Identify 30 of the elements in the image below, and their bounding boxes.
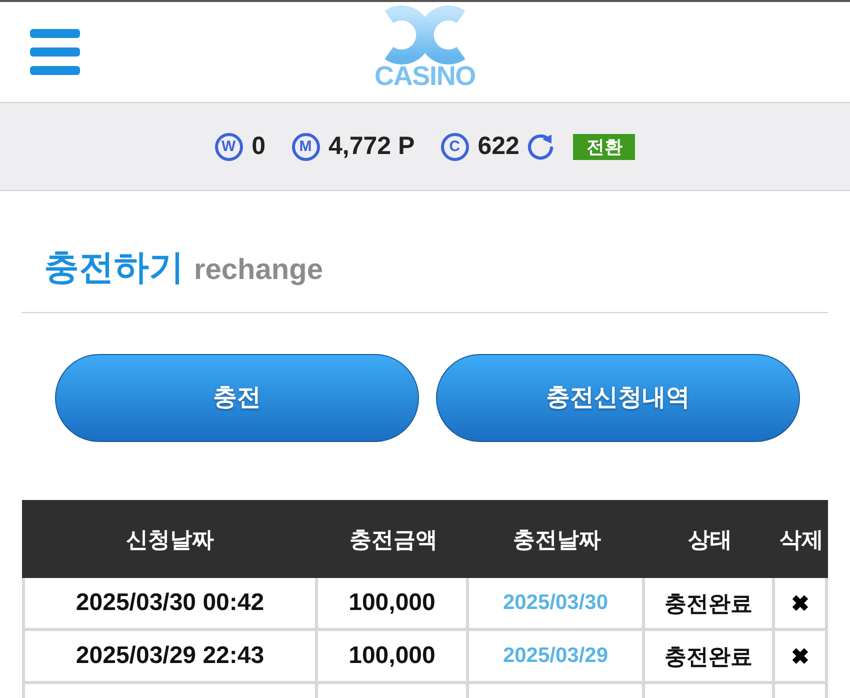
column-header: 신청날짜 (22, 500, 318, 578)
section-title: 충전하기 (44, 248, 184, 288)
menu-button[interactable] (30, 29, 80, 75)
table-cell-text: 충전완료 (664, 642, 752, 670)
section-subtitle: rechange (194, 253, 323, 288)
logo-text: CASINO (374, 63, 476, 90)
circled-letter-icon: W (214, 132, 243, 160)
table-cell-text: 2025/03/30 00:42 (76, 588, 264, 618)
balance-value: 622 (478, 130, 520, 162)
table-cell-text: 100,000 (348, 588, 436, 618)
circled-letter-icon: C (440, 132, 469, 160)
date-link[interactable]: 2025/03/29 (502, 640, 608, 672)
date-link[interactable]: 2025/03/30 (502, 587, 608, 619)
menu-icon (30, 29, 80, 75)
column-header: 삭제 (775, 500, 828, 578)
column-header: 충전금액 (318, 500, 469, 578)
balance-value: 4,772 P (328, 130, 415, 162)
convert-button[interactable]: 전환 (573, 134, 636, 160)
table-cell-text: 100,000 (348, 641, 436, 671)
table-cell-text: 2025/03/29 22:43 (76, 641, 264, 671)
column-header: 충전날짜 (469, 500, 645, 578)
column-header: 상태 (645, 500, 775, 578)
delete-button[interactable]: ✖ (791, 640, 809, 672)
refresh-icon[interactable] (527, 133, 554, 160)
balance-value: 0 (252, 130, 266, 162)
table-cell-text: 충전완료 (664, 590, 752, 618)
action-button[interactable]: 충전 (55, 354, 419, 442)
circled-letter-icon: M (292, 132, 320, 160)
delete-button[interactable]: ✖ (791, 586, 809, 620)
action-button[interactable]: 충전신청내역 (436, 354, 800, 442)
